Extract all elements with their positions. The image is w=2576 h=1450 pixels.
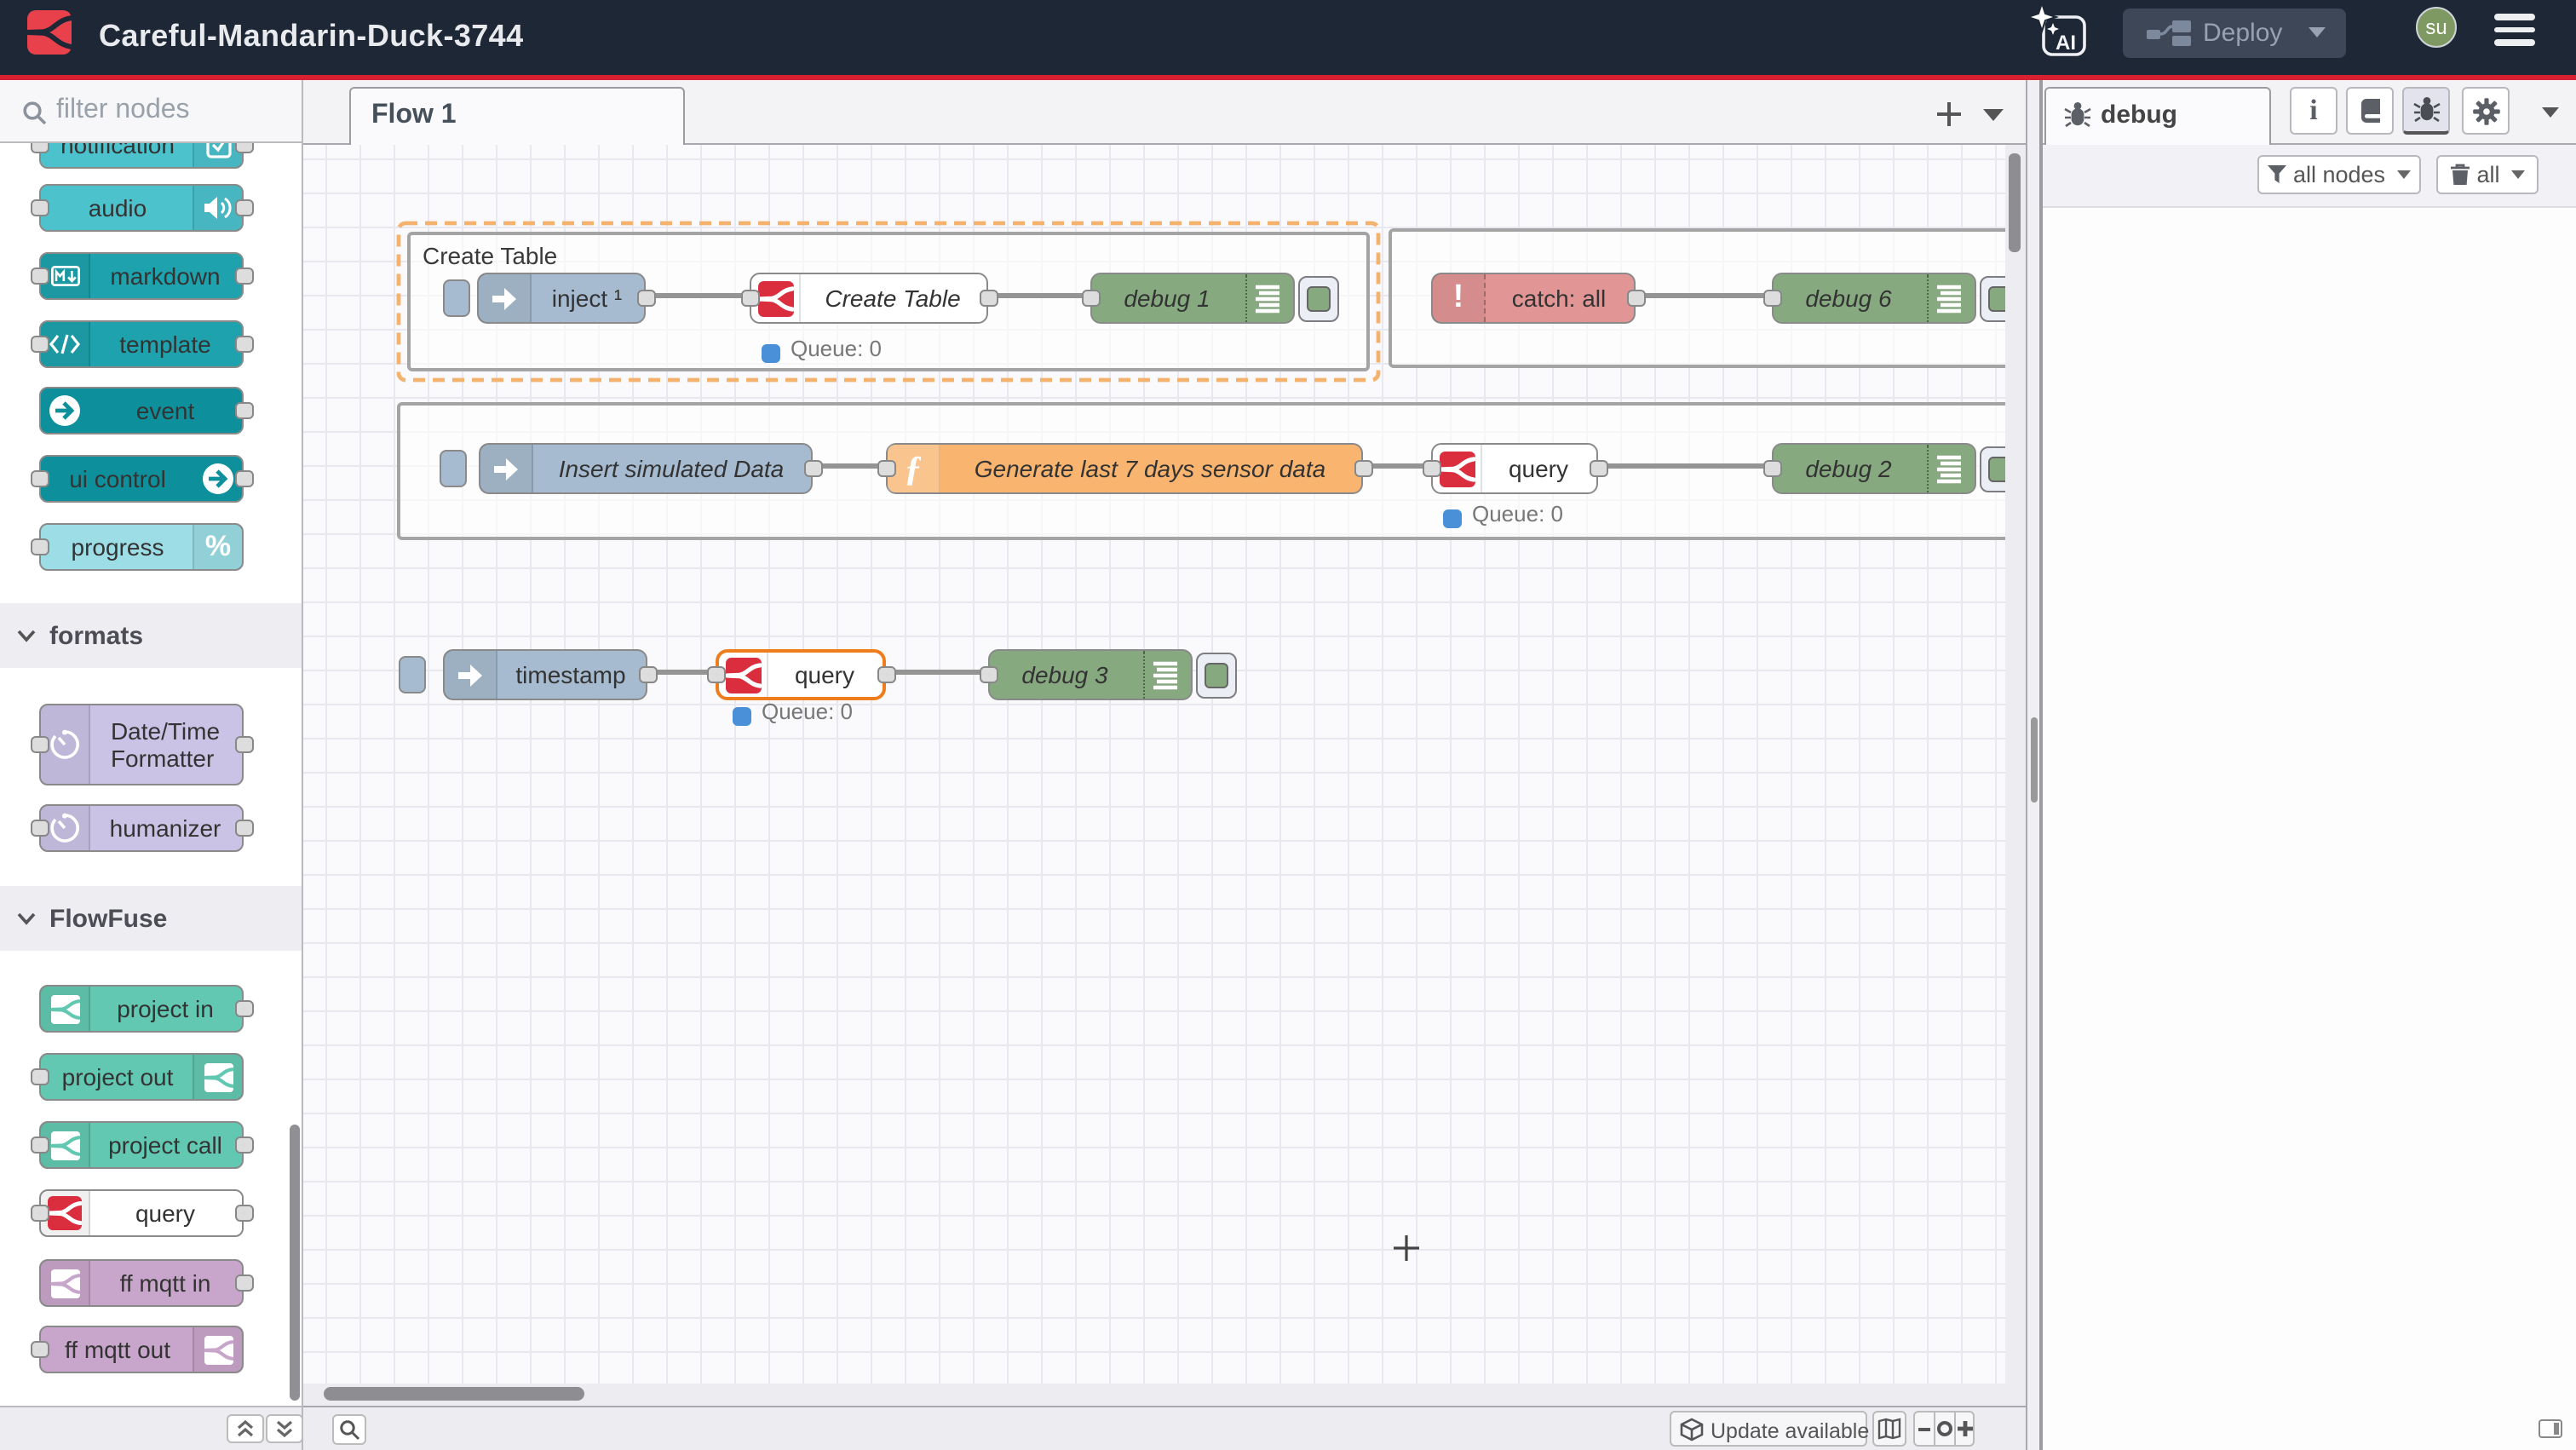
svg-text:AI: AI	[2056, 32, 2076, 55]
